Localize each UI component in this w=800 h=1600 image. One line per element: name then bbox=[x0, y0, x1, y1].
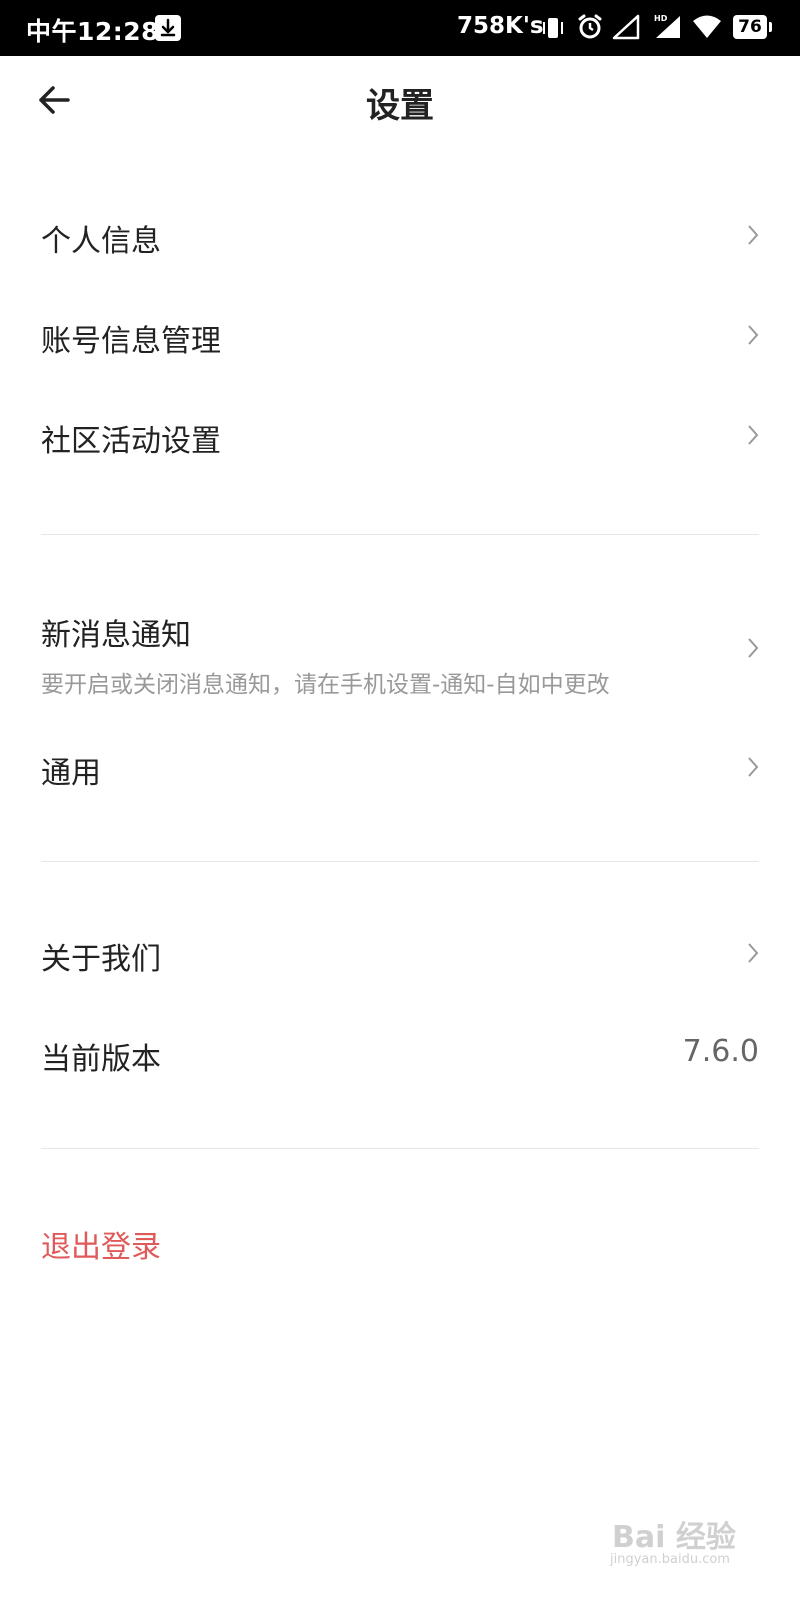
alarm-icon bbox=[576, 13, 604, 45]
download-icon bbox=[155, 15, 181, 41]
network-speed: 758K's bbox=[457, 13, 544, 39]
vibrate-icon bbox=[542, 15, 564, 45]
row-label: 个人信息 bbox=[41, 224, 161, 259]
row-personal-info[interactable]: 个人信息 bbox=[0, 186, 800, 286]
logout-button[interactable]: 退出登录 bbox=[0, 1196, 800, 1286]
row-label: 社区活动设置 bbox=[41, 424, 221, 459]
row-notifications[interactable]: 新消息通知 要开启或关闭消息通知，请在手机设置-通知-自如中更改 bbox=[0, 590, 800, 710]
watermark-logo: Bai 经验 bbox=[612, 1520, 736, 1555]
watermark-url: jingyan.baidu.com bbox=[610, 1552, 730, 1567]
chevron-right-icon bbox=[746, 324, 760, 350]
notifications-hint: 要开启或关闭消息通知，请在手机设置-通知-自如中更改 bbox=[41, 672, 610, 698]
row-account-manage[interactable]: 账号信息管理 bbox=[0, 286, 800, 386]
row-label: 账号信息管理 bbox=[41, 324, 221, 359]
signal-hd-icon: HD bbox=[652, 12, 682, 44]
version-value: 7.6.0 bbox=[682, 1034, 759, 1069]
row-version: 当前版本 7.6.0 bbox=[0, 1004, 800, 1104]
row-label: 当前版本 bbox=[41, 1042, 161, 1077]
divider bbox=[41, 861, 759, 862]
chevron-right-icon bbox=[746, 756, 760, 782]
page-title: 设置 bbox=[366, 86, 434, 126]
header: 设置 bbox=[0, 56, 800, 146]
battery-icon: 76 bbox=[733, 15, 772, 39]
chevron-right-icon bbox=[746, 424, 760, 450]
row-label: 关于我们 bbox=[41, 942, 161, 977]
chevron-right-icon bbox=[746, 942, 760, 968]
row-label: 通用 bbox=[41, 756, 101, 791]
status-bar: 中午12:28 758K's HD 76 bbox=[0, 0, 800, 56]
wifi-icon bbox=[692, 14, 722, 44]
row-label: 新消息通知 bbox=[41, 618, 191, 653]
divider bbox=[41, 1148, 759, 1149]
status-time: 中午12:28 bbox=[26, 17, 160, 46]
chevron-right-icon bbox=[746, 637, 760, 663]
svg-text:HD: HD bbox=[654, 14, 668, 23]
chevron-right-icon bbox=[746, 224, 760, 250]
signal-icon bbox=[612, 14, 640, 44]
row-community-settings[interactable]: 社区活动设置 bbox=[0, 386, 800, 486]
row-about[interactable]: 关于我们 bbox=[0, 904, 800, 1004]
row-general[interactable]: 通用 bbox=[0, 720, 800, 820]
logout-label: 退出登录 bbox=[41, 1230, 161, 1265]
divider bbox=[41, 534, 759, 535]
